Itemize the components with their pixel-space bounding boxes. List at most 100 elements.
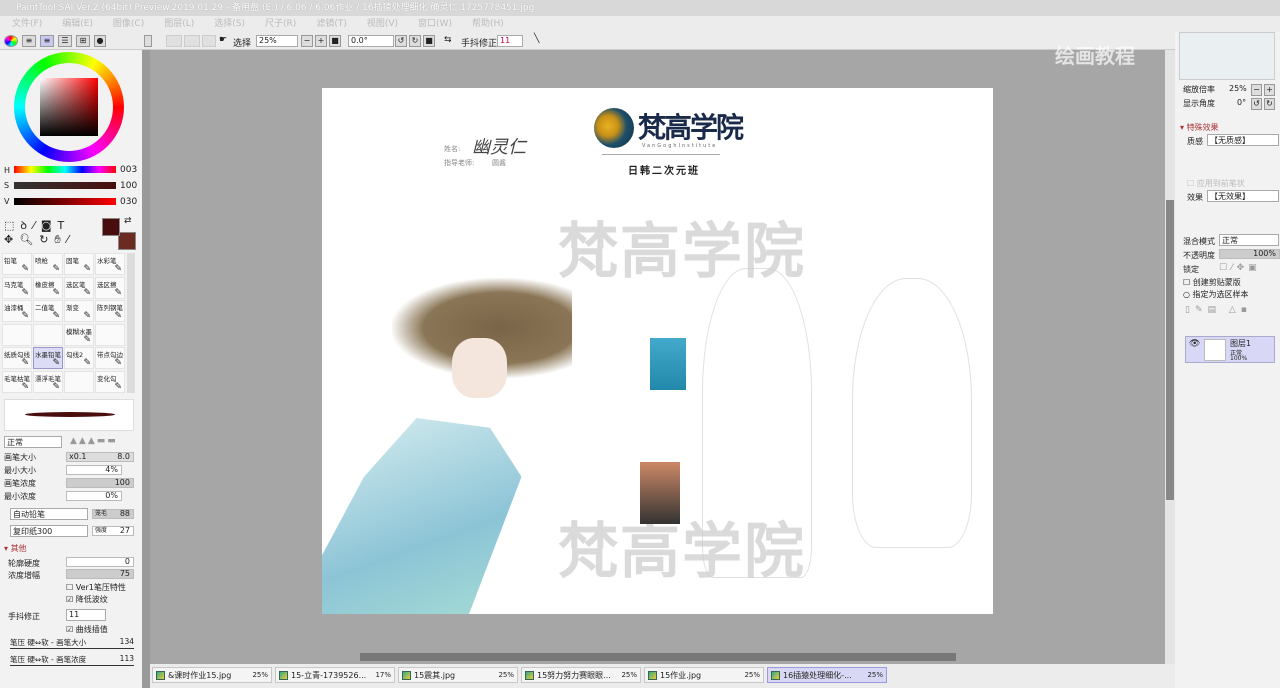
nav-rotate-cw-button[interactable]: ↻	[1264, 98, 1275, 110]
brush-slot[interactable]: 选区擦 ✎	[95, 276, 125, 299]
stabilizer-select[interactable]: 11	[497, 35, 523, 47]
brush-slot[interactable]: 变化勾 ✎	[95, 370, 125, 393]
brush-slot[interactable]: 马克笔 ✎	[2, 276, 32, 299]
document-tab[interactable]: 15震其.jpg 25%	[398, 667, 518, 683]
layer-actions[interactable]: ▯✎▤ △▪	[1185, 305, 1252, 315]
effect-select[interactable]: 【无效果】	[1207, 190, 1279, 202]
canvas[interactable]: 梵高学院 梵高学院 姓名: 幽灵仁 指导老师: 圆酱 梵高学院 VanGoghI…	[322, 88, 993, 614]
brush-slot[interactable]: 选区笔 ✎	[64, 276, 94, 299]
curve-interp-checkbox[interactable]: ☑ 曲线插值	[66, 624, 108, 635]
left-panel-scrollbar[interactable]	[142, 50, 150, 688]
brush-slot[interactable]: 水墨铅笔 ✎	[33, 347, 63, 369]
redo-button[interactable]	[184, 35, 200, 47]
menu-select[interactable]: 选择(S)	[214, 16, 245, 32]
brush-slot[interactable]: 带点勾边 ✎	[95, 347, 125, 369]
brush-slot[interactable]: 铅笔 ✎	[2, 253, 32, 275]
brush-slot[interactable]: 纸质勾线 ✎	[2, 347, 32, 369]
menu-file[interactable]: 文件(F)	[12, 16, 42, 32]
edge-hardness-slider[interactable]: 0	[66, 557, 134, 567]
apply-to-brush-checkbox[interactable]: ☐ 应用到前笔状	[1187, 178, 1245, 189]
nav-rotate-ccw-button[interactable]: ↺	[1251, 98, 1262, 110]
brush-shape-presets[interactable]: ▲▲▲▬▬	[70, 436, 118, 446]
brush-slot[interactable]: 固笔 ✎	[64, 253, 94, 275]
size-multiplier[interactable]: x0.1	[67, 453, 86, 461]
density-slider[interactable]: 100	[66, 478, 134, 488]
hand-icon[interactable]: ✋︎	[54, 233, 66, 246]
swap-colors-icon[interactable]: ⇄	[124, 216, 132, 226]
zoom-in-button[interactable]: +	[315, 35, 327, 47]
pressure-size-curve[interactable]: 笔压 硬⇔软 - 画笔大小 134	[10, 637, 134, 649]
mixer-toggle-icon[interactable]: ⊞	[76, 35, 90, 47]
flip-horizontal-icon[interactable]: ⇆	[444, 35, 452, 45]
ver1-pressure-checkbox[interactable]: ☐ Ver1笔压特性	[66, 582, 126, 593]
brush-slot[interactable]: 陈列钢笔 ✎	[95, 300, 125, 322]
brush-texture-strength[interactable]: 强度 27	[92, 526, 134, 536]
rotate-ccw-button[interactable]: ↺	[395, 35, 407, 47]
menu-image[interactable]: 图像(C)	[113, 16, 144, 32]
selection-visibility-icon[interactable]: ☛	[219, 35, 227, 45]
eyedropper-icon[interactable]: ⁄	[67, 233, 75, 246]
navigator-preview[interactable]	[1179, 32, 1275, 80]
opacity-slider[interactable]: 100%	[1219, 249, 1280, 259]
layer-item[interactable]: 👁︎ 图层1 正常 100%	[1185, 336, 1275, 363]
document-tab[interactable]: 15努力努力赛眼眼... 25%	[521, 667, 641, 683]
nav-zoom-in-button[interactable]: +	[1264, 84, 1275, 96]
menu-window[interactable]: 窗口(W)	[418, 16, 452, 32]
other-section-header[interactable]: ▾ 其他	[4, 543, 27, 554]
brush-slot[interactable]	[33, 323, 63, 346]
brush-slot[interactable]: 油漆桶 ✎	[2, 300, 32, 322]
rgb-slider-toggle-icon[interactable]: ≡	[22, 35, 36, 47]
move-icon[interactable]: ✥	[4, 233, 19, 246]
deselect-button[interactable]	[202, 35, 216, 47]
rotate-cw-button[interactable]: ↻	[409, 35, 421, 47]
selection-source-radio[interactable]: ○ 指定为选区样本	[1183, 289, 1249, 300]
brush-texture-select[interactable]: 复印纸300	[10, 525, 88, 537]
brush-shape-select[interactable]: 自动铅笔	[10, 508, 88, 520]
brush-slot[interactable]: 橡皮擦 ✎	[33, 276, 63, 299]
menu-ruler[interactable]: 尺子(R)	[265, 16, 296, 32]
document-tab[interactable]: 15-立青-1739526... 17%	[275, 667, 395, 683]
zoom-out-button[interactable]: −	[301, 35, 313, 47]
brush-slot[interactable]: 模糊水墨 ✎	[64, 323, 94, 346]
hsv-slider-toggle-icon[interactable]: ≡	[40, 35, 54, 47]
magic-wand-icon[interactable]: ⁄	[33, 219, 41, 232]
min-size-slider[interactable]: 4%	[66, 465, 122, 475]
brush-slot[interactable]: 勾线2 ✎	[64, 347, 94, 369]
lasso-icon[interactable]: ꝺ	[20, 219, 33, 232]
brush-slot[interactable]: 喷枪 ✎	[33, 253, 63, 275]
swatches-toggle-icon[interactable]: ☰	[58, 35, 72, 47]
brush-slot[interactable]: 渐变 ✎	[64, 300, 94, 322]
lock-options[interactable]: ☐⁄✥▣	[1219, 263, 1261, 273]
min-density-slider[interactable]: 0%	[66, 491, 122, 501]
layer-blend-select[interactable]: 正常	[1219, 234, 1279, 246]
density-amp-slider[interactable]: 75	[66, 569, 134, 579]
menu-layer[interactable]: 图层(L)	[164, 16, 194, 32]
color-wheel-toggle-icon[interactable]	[4, 35, 18, 47]
secondary-color-swatch[interactable]	[118, 232, 136, 250]
layer-select-icon[interactable]: ◙	[41, 219, 58, 232]
zoom-reset-button[interactable]: ■	[329, 35, 341, 47]
scratchpad-toggle-icon[interactable]: ●	[94, 35, 106, 47]
size-slider[interactable]: x0.1 8.0	[66, 452, 134, 462]
effects-header[interactable]: ▾ 特殊效果	[1180, 122, 1219, 133]
clipping-mask-checkbox[interactable]: ☐ 创建剪贴蒙版	[1183, 277, 1241, 288]
brush-slot[interactable]	[95, 323, 125, 346]
visibility-icon[interactable]: 👁︎	[1189, 339, 1200, 349]
menu-filter[interactable]: 滤镜(T)	[316, 16, 347, 32]
undo-button[interactable]	[166, 35, 182, 47]
brush-blend-select[interactable]: 正常	[4, 436, 62, 448]
stabilizer-panel-select[interactable]: 11	[66, 609, 106, 621]
rotate-reset-button[interactable]: ■	[423, 35, 435, 47]
document-tab[interactable]: &课时作业15.jpg 25%	[152, 667, 272, 683]
brush-shape-strength[interactable]: 笼毛 88	[92, 509, 134, 519]
brush-slot[interactable]: 二值笔 ✎	[33, 300, 63, 322]
saturation-value-square[interactable]	[40, 78, 98, 136]
rotation-select[interactable]: 0.0°	[348, 35, 394, 47]
pressure-density-curve[interactable]: 笔压 硬⇔软 - 画笔浓度 113	[10, 654, 134, 666]
hue-slider[interactable]	[14, 166, 116, 173]
document-tab[interactable]: 16插猿处理细化-... 25%	[767, 667, 887, 683]
zoom-icon[interactable]: 🔍︎	[19, 233, 39, 246]
brush-slot[interactable]: 毛笔枯笔 ✎	[2, 370, 32, 393]
brush-grid-scrollbar[interactable]	[127, 253, 135, 393]
menu-help[interactable]: 帮助(H)	[472, 16, 504, 32]
